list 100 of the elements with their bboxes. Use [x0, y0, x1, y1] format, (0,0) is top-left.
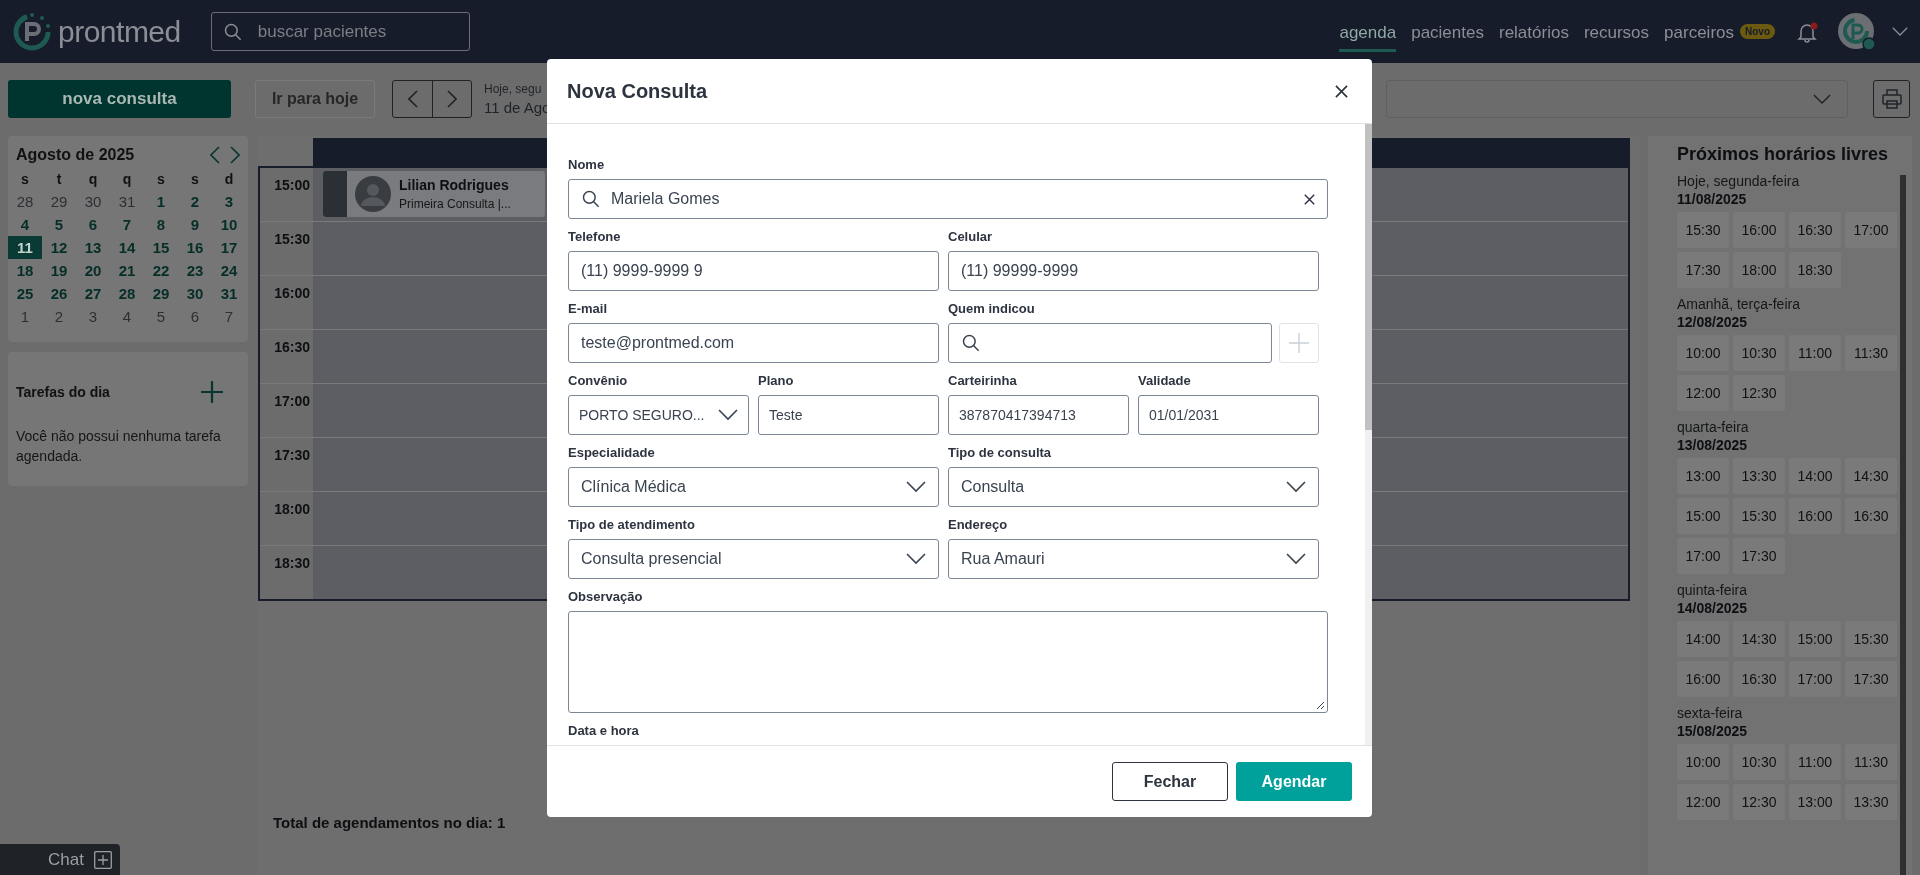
next-month-icon[interactable]: [230, 146, 240, 164]
calendar-day[interactable]: 1: [144, 190, 178, 213]
bell-icon[interactable]: [1796, 20, 1818, 43]
plus-square-icon[interactable]: [94, 850, 112, 869]
calendar-day[interactable]: 15: [144, 236, 178, 259]
search-field[interactable]: Mariela Gomes: [568, 179, 1328, 219]
time-slot[interactable]: 11:00: [1789, 744, 1841, 780]
add-task-button[interactable]: [200, 380, 224, 404]
calendar-day[interactable]: 30: [178, 282, 212, 305]
time-slot[interactable]: 12:30: [1733, 784, 1785, 820]
search-field[interactable]: [948, 323, 1272, 363]
calendar-day[interactable]: 9: [178, 213, 212, 236]
time-slot[interactable]: 14:30: [1845, 458, 1897, 494]
nav-link[interactable]: parceiros: [1664, 17, 1734, 52]
text-field[interactable]: Teste: [758, 395, 939, 435]
dropdown[interactable]: Consulta presencial: [568, 539, 939, 579]
time-slot[interactable]: 11:30: [1845, 335, 1897, 371]
calendar-day[interactable]: 31: [212, 282, 246, 305]
time-slot[interactable]: 17:00: [1677, 538, 1729, 574]
nav-link[interactable]: relatórios: [1498, 17, 1569, 52]
calendar-day[interactable]: 6: [76, 213, 110, 236]
clear-button[interactable]: [1304, 193, 1315, 205]
time-slot[interactable]: 17:00: [1789, 661, 1841, 697]
time-slot[interactable]: 13:30: [1733, 458, 1785, 494]
caret-icon[interactable]: [1892, 26, 1908, 37]
calendar-day[interactable]: 31: [110, 190, 144, 213]
time-slot[interactable]: 13:00: [1789, 784, 1841, 820]
new-appointment-button[interactable]: nova consulta: [8, 80, 231, 118]
calendar-day[interactable]: 7: [110, 213, 144, 236]
time-slot[interactable]: 15:30: [1845, 621, 1897, 657]
calendar-day[interactable]: 5: [42, 213, 76, 236]
time-slot[interactable]: 15:00: [1789, 621, 1841, 657]
time-slot[interactable]: 16:30: [1733, 661, 1785, 697]
time-slot[interactable]: 10:00: [1677, 744, 1729, 780]
time-slot[interactable]: 11:30: [1845, 744, 1897, 780]
nav-link[interactable]: pacientes: [1411, 17, 1484, 52]
dropdown[interactable]: PORTO SEGURO...: [568, 395, 749, 435]
calendar-day[interactable]: 7: [212, 305, 246, 328]
text-field[interactable]: 387870417394713: [948, 395, 1129, 435]
calendar-day[interactable]: 29: [144, 282, 178, 305]
calendar-day[interactable]: 3: [212, 190, 246, 213]
search-field[interactable]: buscar pacientes: [210, 12, 470, 51]
time-slot[interactable]: 12:00: [1677, 375, 1729, 411]
time-slot[interactable]: 14:00: [1677, 621, 1729, 657]
calendar-day[interactable]: 18: [8, 259, 42, 282]
calendar-day[interactable]: 5: [144, 305, 178, 328]
calendar-day[interactable]: 19: [42, 259, 76, 282]
time-slot[interactable]: 16:30: [1789, 212, 1841, 248]
time-slot[interactable]: 18:00: [1733, 252, 1785, 288]
print-button[interactable]: [1873, 80, 1910, 118]
appointment-card[interactable]: Lilian Rodrigues Primeira Consulta |...: [323, 171, 545, 217]
calendar-day[interactable]: 27: [76, 282, 110, 305]
text-field[interactable]: 01/01/2031: [1138, 395, 1319, 435]
dropdown[interactable]: Clínica Médica: [568, 467, 939, 507]
time-slot[interactable]: 17:30: [1845, 661, 1897, 697]
time-slot[interactable]: 16:30: [1845, 498, 1897, 534]
time-slot[interactable]: 16:00: [1677, 661, 1729, 697]
calendar-day[interactable]: 21: [110, 259, 144, 282]
time-slot[interactable]: 13:00: [1677, 458, 1729, 494]
time-slot[interactable]: 15:30: [1733, 498, 1785, 534]
time-slot[interactable]: 15:00: [1677, 498, 1729, 534]
text-field[interactable]: (11) 9999-9999 9: [568, 251, 939, 291]
calendar-day[interactable]: 4: [110, 305, 144, 328]
calendar-day[interactable]: 22: [144, 259, 178, 282]
calendar-day[interactable]: 13: [76, 236, 110, 259]
time-slot[interactable]: 12:30: [1733, 375, 1785, 411]
calendar-day[interactable]: 3: [76, 305, 110, 328]
time-slot[interactable]: 18:30: [1789, 252, 1841, 288]
nav-link[interactable]: recursos: [1583, 17, 1650, 52]
time-slot[interactable]: 10:30: [1733, 744, 1785, 780]
time-slot[interactable]: 16:00: [1789, 498, 1841, 534]
time-slot[interactable]: 12:00: [1677, 784, 1729, 820]
text-field[interactable]: (11) 99999-9999: [948, 251, 1319, 291]
calendar-day[interactable]: 25: [8, 282, 42, 305]
calendar-day[interactable]: 1: [8, 305, 42, 328]
time-slot[interactable]: 10:00: [1677, 335, 1729, 371]
time-slot[interactable]: 16:00: [1733, 212, 1785, 248]
schedule-button[interactable]: Agendar: [1236, 762, 1352, 801]
calendar-day[interactable]: 30: [76, 190, 110, 213]
calendar-day[interactable]: 28: [8, 190, 42, 213]
dropdown[interactable]: Consulta: [948, 467, 1319, 507]
calendar-day[interactable]: 12: [42, 236, 76, 259]
calendar-day[interactable]: 16: [178, 236, 212, 259]
time-slot[interactable]: 15:30: [1677, 212, 1729, 248]
time-slot[interactable]: 13:30: [1845, 784, 1897, 820]
calendar-day[interactable]: 10: [212, 213, 246, 236]
nav-link[interactable]: agenda: [1339, 17, 1397, 52]
calendar-day[interactable]: 23: [178, 259, 212, 282]
calendar-day[interactable]: 2: [42, 305, 76, 328]
time-slot[interactable]: 10:30: [1733, 335, 1785, 371]
calendar-day[interactable]: 8: [144, 213, 178, 236]
resize-grip-icon[interactable]: [1316, 701, 1325, 710]
avatar-icon[interactable]: [1837, 11, 1877, 52]
time-slot[interactable]: 14:00: [1789, 458, 1841, 494]
calendar-day[interactable]: 28: [110, 282, 144, 305]
dropdown[interactable]: Rua Amauri: [948, 539, 1319, 579]
calendar-day[interactable]: 14: [110, 236, 144, 259]
calendar-day[interactable]: 2: [178, 190, 212, 213]
calendar-day[interactable]: 6: [178, 305, 212, 328]
time-slot[interactable]: 17:30: [1677, 252, 1729, 288]
